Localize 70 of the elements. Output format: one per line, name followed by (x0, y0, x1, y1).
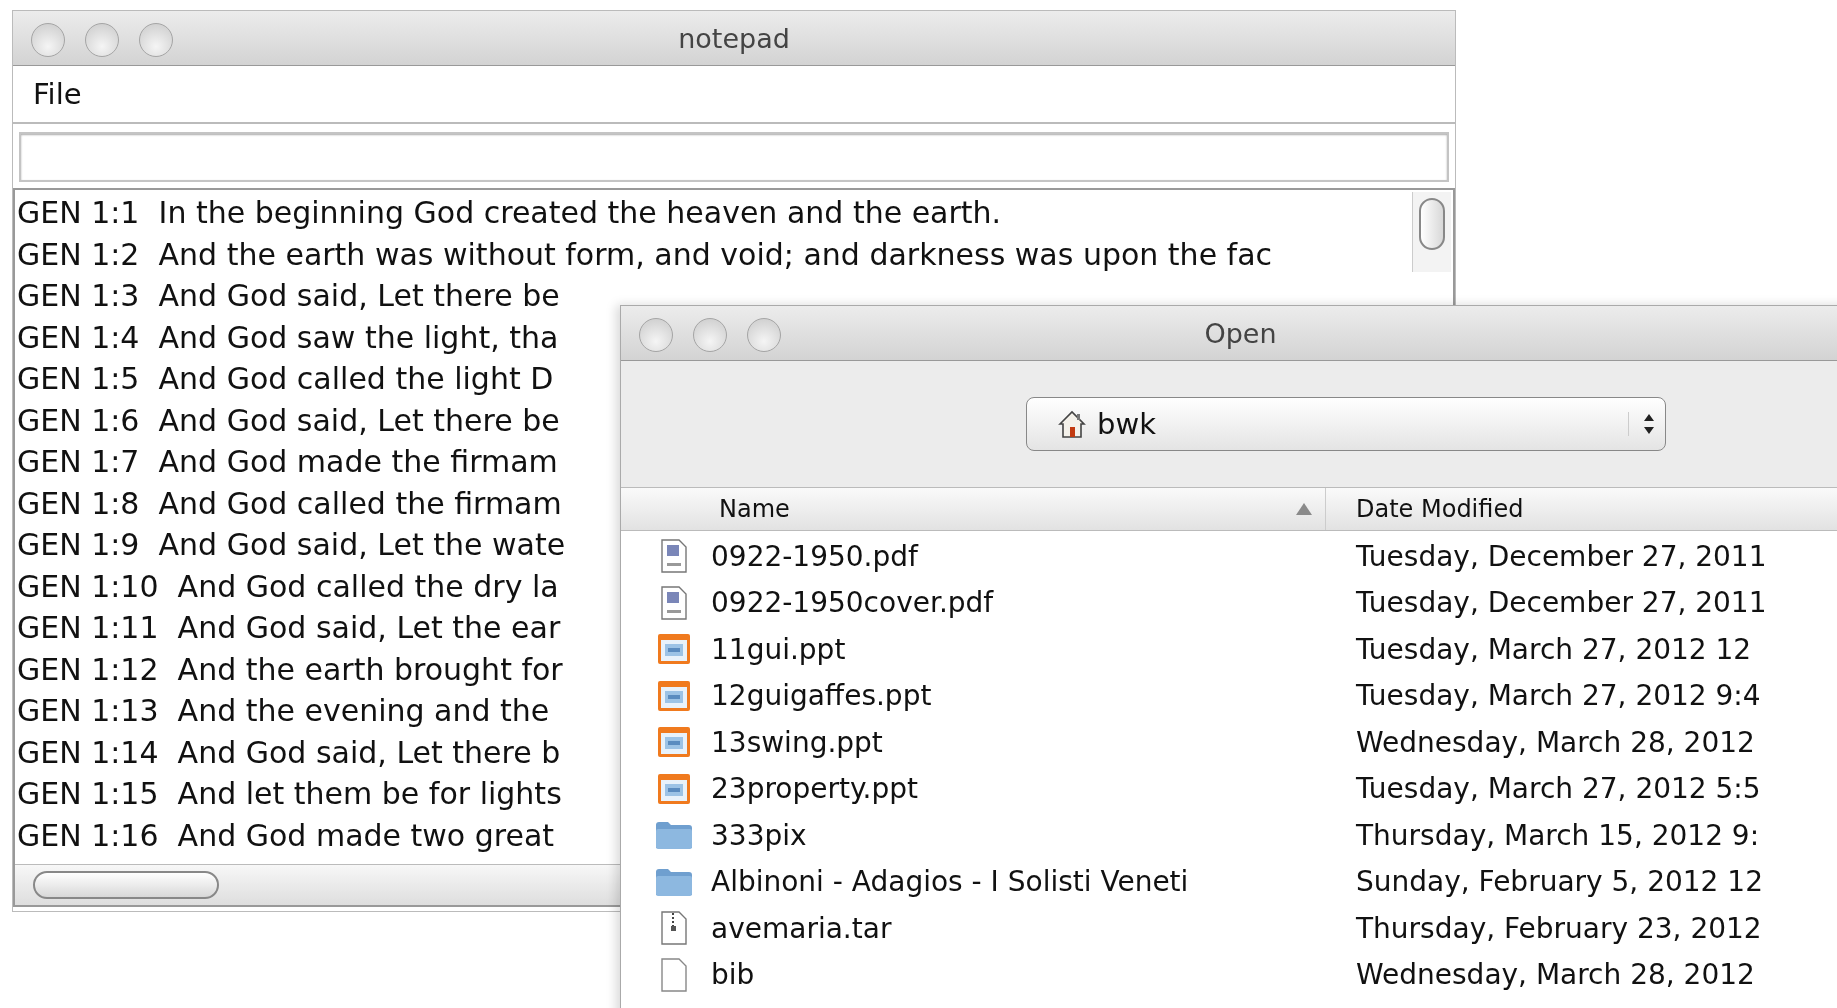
text-line: GEN 1:1 In the beginning God created the heaven and the earth. (17, 194, 1002, 232)
text-line: GEN 1:11 And God said, Let the ear (17, 609, 561, 647)
up-down-arrows-icon (1628, 412, 1655, 436)
file-row[interactable]: 333pix Thursday, March 15, 2012 9: (621, 812, 1837, 859)
file-name: 13swing.ppt (711, 725, 883, 759)
presentation-icon (655, 679, 693, 712)
date-modified: Thursday, March 15, 2012 9: (1355, 818, 1760, 852)
column-header[interactable]: Name (621, 488, 1326, 530)
file-row[interactable]: avemaria.tar Thursday, February 23, 2012 (621, 905, 1837, 952)
text-line: GEN 1:4 And God saw the light, tha (17, 318, 559, 357)
date-modified: Thursday, February 23, 2012 (1355, 911, 1762, 945)
scroll-thumb[interactable] (1419, 198, 1445, 250)
file-name: 0922-1950cover.pdf (711, 586, 994, 620)
file-row[interactable]: Albinoni - Adagios - I Solisti Veneti Sunday, February 5, 2012 12 (621, 858, 1837, 905)
text-line: GEN 1:10 And God called the dry la (17, 567, 559, 606)
file-row[interactable]: 23property.ppt Tuesday, March 27, 2012 5:5 (621, 765, 1837, 812)
text-line: GEN 1:3 And God said, Let there be (17, 277, 560, 315)
folder-icon (655, 820, 693, 851)
window-title: notepad (678, 22, 790, 54)
presentation-icon (655, 633, 693, 666)
window-title: Open (1204, 317, 1277, 349)
column-header[interactable]: Date Modified (1326, 488, 1524, 530)
text-line: GEN 1:8 And God called the firmam (17, 484, 562, 523)
presentation-icon (655, 772, 693, 805)
text-line: GEN 1:12 And the earth brought for (17, 650, 563, 689)
file-name: 23property.ppt (711, 772, 918, 806)
file-name: bib (711, 958, 755, 992)
file-name: avemaria.tar (711, 911, 892, 945)
file-row[interactable]: 0922-1950cover.pdf Tuesday, December 27, 2011 (621, 579, 1837, 626)
file-row[interactable]: 12guigaffes.ppt Tuesday, March 27, 2012 9:4 (621, 672, 1837, 719)
window-control-button[interactable] (85, 23, 119, 57)
file-row[interactable]: 0922-1950.pdf Tuesday, December 27, 2011 (621, 533, 1837, 580)
file-row[interactable]: bib Wednesday, March 28, 2012 (621, 951, 1837, 998)
file-name: 12guigaffes.ppt (711, 679, 932, 713)
house-icon (1057, 409, 1087, 439)
file-name: 0922-1950.pdf (711, 539, 918, 573)
scroll-thumb[interactable] (33, 871, 219, 899)
date-modified: Wednesday, March 28, 2012 (1355, 725, 1755, 759)
file-name: 333pix (711, 818, 807, 852)
text-field[interactable] (19, 132, 1449, 182)
window-control-button[interactable] (139, 23, 173, 57)
text-line: GEN 1:14 And God said, Let there b (17, 733, 561, 772)
text-line: GEN 1:15 And let them be for lights (17, 775, 562, 813)
folder-icon (655, 866, 693, 897)
date-modified: Wednesday, March 28, 2012 (1355, 958, 1755, 992)
location-dropdown[interactable]: bwk (1026, 397, 1666, 451)
file-row[interactable]: 13swing.ppt Wednesday, March 28, 2012 (621, 719, 1837, 766)
text-line: GEN 1:2 And the earth was without form, and void; and darkness was upon the fac (17, 235, 1273, 274)
window-control-button[interactable] (31, 23, 65, 57)
file-name: 11gui.ppt (711, 632, 846, 666)
window-control-button[interactable] (747, 318, 781, 352)
date-modified: Tuesday, March 27, 2012 12 (1355, 632, 1752, 666)
date-modified: Tuesday, December 27, 2011 (1355, 539, 1767, 573)
text-line: GEN 1:13 And the evening and the (17, 692, 550, 730)
text-line: GEN 1:9 And God said, Let the wate (17, 526, 566, 564)
text-line: GEN 1:7 And God made the firmam (17, 443, 558, 481)
date-modified: Tuesday, March 27, 2012 5:5 (1355, 772, 1761, 806)
text-line: GEN 1:6 And God said, Let there be (17, 401, 560, 440)
menu-item[interactable]: File (33, 77, 82, 111)
window-control-button[interactable] (693, 318, 727, 352)
file-row[interactable]: 11gui.ppt Tuesday, March 27, 2012 12 (621, 626, 1837, 673)
date-modified: Tuesday, March 27, 2012 9:4 (1355, 679, 1761, 713)
vertical-scrollbar[interactable] (1412, 192, 1451, 272)
date-modified: Tuesday, December 27, 2011 (1355, 586, 1767, 620)
text-line: GEN 1:16 And God made two great (17, 816, 555, 855)
file-name: Albinoni - Adagios - I Solisti Veneti (711, 865, 1189, 899)
window-control-button[interactable] (639, 318, 673, 352)
presentation-icon (655, 726, 693, 759)
date-modified: Sunday, February 5, 2012 12 (1355, 865, 1763, 899)
text-line: GEN 1:5 And God called the light D (17, 360, 554, 398)
